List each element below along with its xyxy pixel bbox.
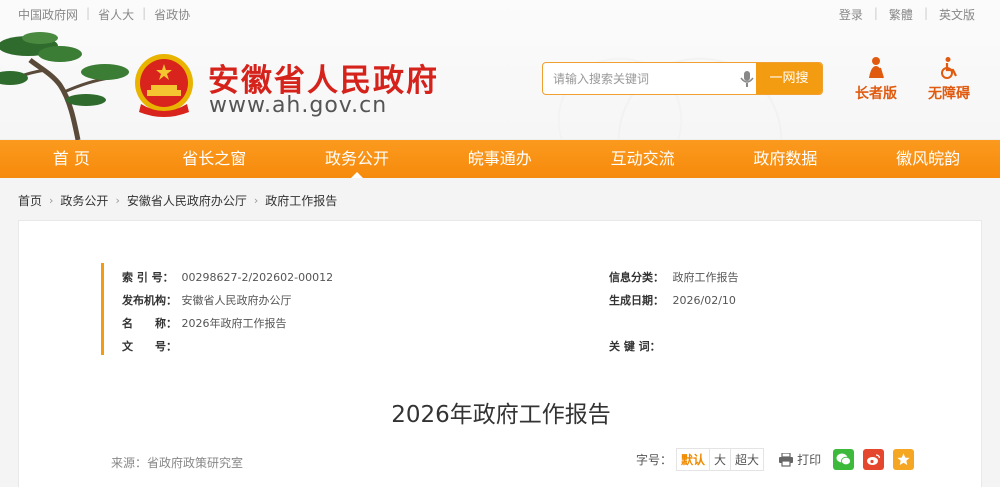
elder-mode-button[interactable]: 长者版: [846, 56, 906, 103]
star-icon: [897, 453, 910, 465]
meta-category-value: 政府工作报告: [672, 271, 739, 284]
meta-index-value: 00298627-2/202602-00012: [181, 271, 334, 284]
font-size-xlarge[interactable]: 超大: [731, 449, 763, 470]
link-gov-cn[interactable]: 中国政府网: [18, 6, 86, 23]
document-metadata: 索 引 号： 00298627-2/202602-00012 信息分类： 政府工…: [101, 263, 821, 355]
meta-org: 发布机构： 安徽省人民政府办公厅: [122, 292, 292, 308]
print-label: 打印: [797, 453, 822, 467]
search-input[interactable]: [553, 63, 738, 94]
accessibility-mode-button[interactable]: 无障碍: [919, 56, 979, 103]
wheelchair-icon: [941, 57, 957, 79]
meta-name-value: 2026年政府工作报告: [181, 317, 287, 330]
meta-name: 名 称： 2026年政府工作报告: [122, 315, 287, 331]
meta-docno: 文 号：: [122, 338, 178, 354]
meta-date-label: 生成日期：: [609, 294, 664, 307]
meta-category: 信息分类： 政府工作报告: [609, 269, 739, 285]
document-title: 2026年政府工作报告: [391, 402, 611, 428]
national-emblem-icon: [135, 54, 193, 117]
top-links: 中国政府网 | 省人大 | 省政协: [18, 6, 198, 23]
main-nav: 首 页 省长之窗 政务公开 皖事通办 互动交流 政府数据 徽风皖韵: [0, 140, 1000, 178]
nav-governor[interactable]: 省长之窗: [143, 140, 286, 178]
chevron-right-icon: ›: [115, 194, 120, 207]
meta-keywords-label: 关 键 词：: [609, 340, 661, 353]
meta-index: 索 引 号： 00298627-2/202602-00012: [122, 269, 333, 285]
nav-culture[interactable]: 徽风皖韵: [857, 140, 1000, 178]
nav-interaction[interactable]: 互动交流: [571, 140, 714, 178]
breadcrumb-home[interactable]: 首页: [18, 192, 42, 209]
favorite-button[interactable]: [893, 449, 915, 470]
document-source: 来源：省政府政策研究室: [111, 456, 244, 470]
elder-icon: [869, 57, 884, 79]
traditional-chinese-link[interactable]: 繁體: [878, 6, 924, 23]
elder-mode-label: 长者版: [855, 86, 897, 102]
wechat-icon: [836, 453, 851, 466]
weibo-share-button[interactable]: [863, 449, 885, 470]
login-link[interactable]: 登录: [828, 6, 874, 23]
pine-tree-image: [0, 32, 129, 140]
wechat-share-button[interactable]: [833, 449, 855, 470]
english-link[interactable]: 英文版: [928, 6, 986, 23]
chevron-right-icon: ›: [49, 194, 54, 207]
article-panel: 索 引 号： 00298627-2/202602-00012 信息分类： 政府工…: [18, 220, 982, 487]
font-size-selector: 默认 大 超大: [676, 448, 765, 471]
chevron-right-icon: ›: [253, 194, 259, 207]
nav-data[interactable]: 政府数据: [714, 140, 857, 178]
meta-name-label: 名 称：: [122, 317, 177, 330]
meta-date: 生成日期： 2026/02/10: [609, 292, 736, 308]
nav-services[interactable]: 皖事通办: [428, 140, 571, 178]
meta-index-label: 索 引 号：: [122, 271, 174, 284]
link-npc[interactable]: 省人大: [90, 6, 142, 23]
breadcrumb: 首页 › 政务公开 › 安徽省人民政府办公厅 › 政府工作报告: [18, 192, 337, 209]
nav-gov-affairs[interactable]: 政务公开: [286, 140, 429, 178]
accessibility-mode-label: 无障碍: [928, 86, 970, 102]
meta-docno-label: 文 号：: [122, 340, 177, 353]
microphone-icon[interactable]: [739, 70, 755, 88]
weibo-icon: [867, 454, 881, 465]
meta-category-label: 信息分类：: [609, 271, 664, 284]
breadcrumb-gov-affairs[interactable]: 政务公开: [60, 192, 108, 209]
search-button[interactable]: 一网搜: [756, 63, 822, 94]
nav-home[interactable]: 首 页: [0, 140, 143, 178]
font-size-large[interactable]: 大: [710, 449, 732, 470]
meta-org-label: 发布机构：: [122, 294, 177, 307]
meta-keywords: 关 键 词：: [609, 338, 669, 354]
font-size-default[interactable]: 默认: [677, 449, 711, 470]
account-links: 登录 | 繁體 | 英文版: [828, 6, 986, 23]
breadcrumb-current[interactable]: 政府工作报告: [265, 192, 337, 209]
meta-date-value: 2026/02/10: [672, 294, 736, 307]
printer-icon: [779, 452, 794, 467]
font-size-label: 字号：: [636, 453, 673, 467]
link-cppcc[interactable]: 省政协: [146, 6, 198, 23]
site-header: 中国政府网 | 省人大 | 省政协 登录 | 繁體 | 英文版 安徽省人民政府 …: [0, 0, 1000, 140]
site-url: www.ah.gov.cn: [209, 93, 388, 118]
search-box: 一网搜: [542, 62, 823, 95]
breadcrumb-office[interactable]: 安徽省人民政府办公厅: [127, 192, 247, 209]
article-tools: 字号： 默认 大 超大 打印: [636, 448, 915, 471]
meta-org-value: 安徽省人民政府办公厅: [181, 294, 292, 307]
print-button[interactable]: 打印: [778, 451, 821, 468]
